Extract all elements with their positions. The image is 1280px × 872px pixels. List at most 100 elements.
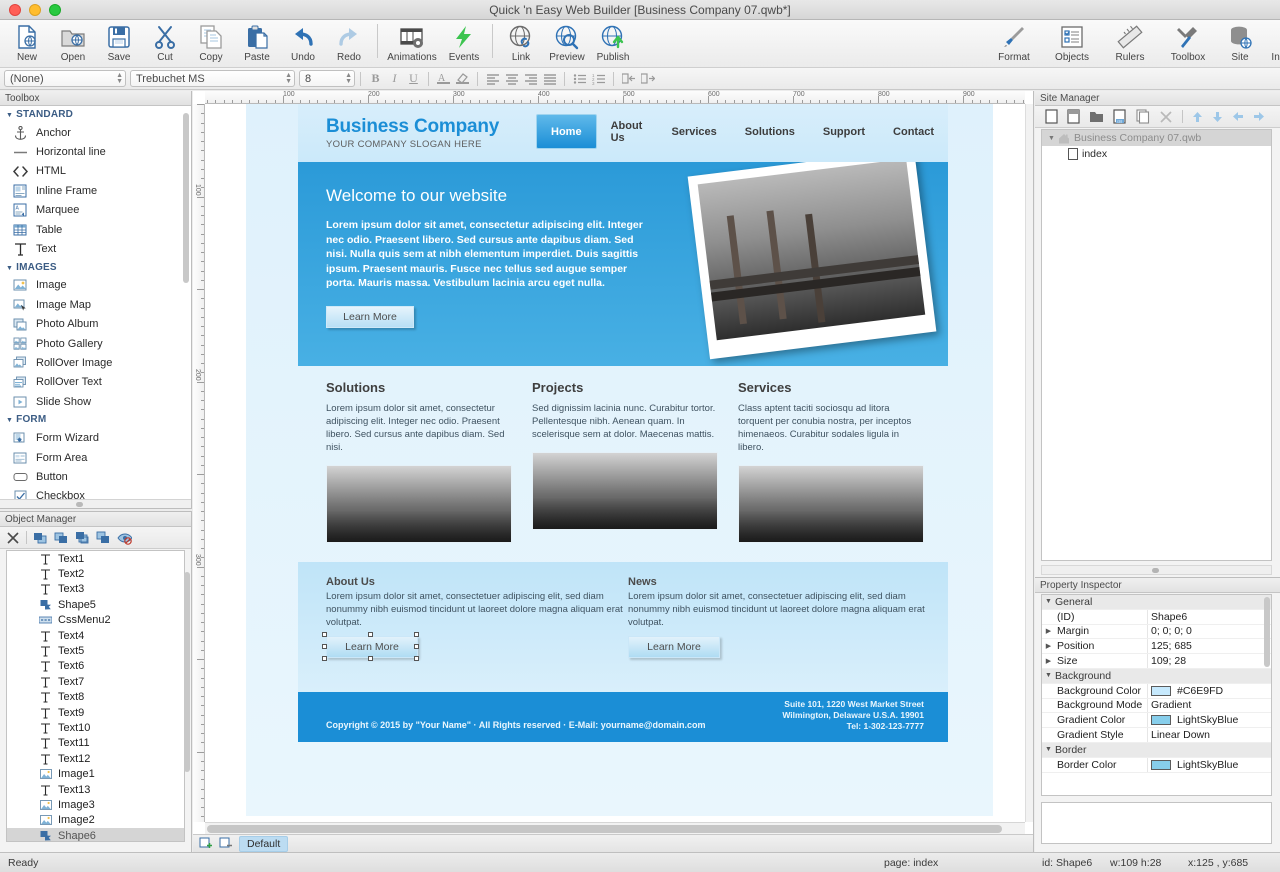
- toolbox-item-photo-gallery[interactable]: Photo Gallery: [0, 334, 191, 353]
- border-color-swatch[interactable]: [1151, 760, 1171, 770]
- caret-down-icon[interactable]: ▼: [1042, 598, 1055, 605]
- bring-forward-icon[interactable]: [33, 531, 48, 545]
- column-solutions[interactable]: Solutions Lorem ipsum dolor sit amet, co…: [326, 380, 512, 543]
- property-row-background-color[interactable]: Background Color #C6E9FD: [1042, 684, 1271, 699]
- vertical-ruler[interactable]: 100 200 300: [193, 104, 205, 822]
- property-row-position[interactable]: ▶ Position 125; 685: [1042, 639, 1271, 654]
- caret-right-icon[interactable]: ▶: [1042, 657, 1055, 665]
- paste-button[interactable]: Paste: [234, 20, 280, 68]
- toolbox-item-image[interactable]: Image: [0, 276, 191, 295]
- toolbox-item-table[interactable]: Table: [0, 220, 191, 239]
- events-button[interactable]: Events: [441, 20, 487, 68]
- redo-button[interactable]: Redo: [326, 20, 372, 68]
- move-up-icon[interactable]: [1192, 111, 1203, 123]
- new-page-icon[interactable]: [1045, 109, 1058, 124]
- object-row-text5[interactable]: Text5: [7, 643, 184, 658]
- property-row-id[interactable]: (ID) Shape6: [1042, 610, 1271, 625]
- cut-button[interactable]: Cut: [142, 20, 188, 68]
- toolbox-item-button[interactable]: Button: [0, 467, 191, 486]
- object-row-text8[interactable]: Text8: [7, 690, 184, 705]
- object-row-text2[interactable]: Text2: [7, 566, 184, 581]
- toolbox-item-anchor[interactable]: Anchor: [0, 123, 191, 142]
- nav-item-about-us[interactable]: About Us: [597, 114, 658, 149]
- new-button[interactable]: New: [4, 20, 50, 68]
- hero-learn-more-button[interactable]: Learn More: [326, 306, 414, 328]
- property-value[interactable]: Linear Down: [1147, 728, 1271, 742]
- nav-item-solutions[interactable]: Solutions: [731, 114, 809, 149]
- gradient-color-swatch[interactable]: [1151, 715, 1171, 725]
- property-group-general[interactable]: ▼ General: [1042, 595, 1271, 610]
- copy-button[interactable]: Copy: [188, 20, 234, 68]
- news-learn-more-button[interactable]: Learn More: [628, 636, 720, 658]
- page-tab-default[interactable]: Default: [239, 836, 288, 852]
- object-row-text10[interactable]: Text10: [7, 720, 184, 735]
- minimize-button[interactable]: [29, 4, 41, 16]
- window-controls[interactable]: [0, 4, 61, 16]
- align-left-icon[interactable]: [483, 70, 502, 88]
- toolbox-group-form[interactable]: ▼FORM: [0, 411, 191, 428]
- background-color-swatch[interactable]: [1151, 686, 1171, 696]
- objects-panel-button[interactable]: Objects: [1043, 20, 1101, 68]
- toolbox-item-photo-album[interactable]: Photo Album: [0, 315, 191, 334]
- hide-object-icon[interactable]: [117, 531, 132, 545]
- site-tree[interactable]: ▼ Business Company 07.qwb index: [1041, 129, 1272, 561]
- new-template-icon[interactable]: [1067, 109, 1080, 124]
- outdent-icon[interactable]: [619, 70, 638, 88]
- add-page-icon[interactable]: [199, 837, 213, 850]
- send-backward-icon[interactable]: [54, 531, 69, 545]
- property-row-gradient-color[interactable]: Gradient Color LightSkyBlue: [1042, 713, 1271, 728]
- object-row-text3[interactable]: Text3: [7, 582, 184, 597]
- about-learn-more-button[interactable]: Learn More: [326, 636, 418, 658]
- city-street-photo[interactable]: [326, 465, 512, 543]
- move-right-icon[interactable]: [1253, 111, 1265, 122]
- align-center-icon[interactable]: [502, 70, 521, 88]
- caret-down-icon[interactable]: ▼: [1042, 672, 1055, 679]
- publish-button[interactable]: Publish: [590, 20, 636, 68]
- caret-right-icon[interactable]: ▶: [1042, 642, 1055, 650]
- toolbox-item-marquee[interactable]: A Marquee: [0, 201, 191, 220]
- nav-item-contact[interactable]: Contact: [879, 114, 948, 149]
- canvas-vertical-scrollbar[interactable]: [1025, 104, 1033, 822]
- canvas-horizontal-scrollbar[interactable]: [205, 822, 1025, 834]
- object-row-image1[interactable]: Image1: [7, 766, 184, 781]
- property-row-margin[interactable]: ▶ Margin 0; 0; 0; 0: [1042, 625, 1271, 640]
- toolbox-item-slide-show[interactable]: Slide Show: [0, 392, 191, 411]
- object-row-text1[interactable]: Text1: [7, 551, 184, 566]
- font-color-icon[interactable]: A: [434, 70, 453, 88]
- caret-right-icon[interactable]: ▶: [1042, 627, 1055, 635]
- object-row-text11[interactable]: Text11: [7, 736, 184, 751]
- send-to-back-icon[interactable]: [96, 531, 111, 545]
- object-row-cssmenu2[interactable]: CssMenu2: [7, 613, 184, 628]
- animations-button[interactable]: Animations: [383, 20, 441, 68]
- toolbox-item-rollover-text[interactable]: RollOver Text: [0, 373, 191, 392]
- property-row-gradient-style[interactable]: Gradient Style Linear Down: [1042, 728, 1271, 743]
- property-row-size[interactable]: ▶ Size 109; 28: [1042, 654, 1271, 669]
- italic-button[interactable]: I: [385, 70, 404, 88]
- object-row-text4[interactable]: Text4: [7, 628, 184, 643]
- toolbox-item-checkbox[interactable]: Checkbox: [0, 487, 191, 499]
- toolbox-item-inline-frame[interactable]: Inline Frame: [0, 181, 191, 200]
- toolbox-list[interactable]: ▼STANDARD Anchor Horizontal line HTML In…: [0, 106, 191, 499]
- bold-button[interactable]: B: [366, 70, 385, 88]
- site-logo[interactable]: Business Company YOUR COMPANY SLOGAN HER…: [298, 116, 499, 150]
- toolbox-item-rollover-image[interactable]: RollOver Image: [0, 353, 191, 372]
- site-tree-root[interactable]: ▼ Business Company 07.qwb: [1042, 130, 1271, 146]
- property-value[interactable]: 125; 685: [1147, 639, 1271, 653]
- toolbox-scrollbar[interactable]: [183, 113, 189, 283]
- new-folder-icon[interactable]: [1089, 110, 1104, 123]
- toolbox-item-html[interactable]: HTML: [0, 162, 191, 181]
- toolbox-group-images[interactable]: ▼IMAGES: [0, 259, 191, 276]
- align-justify-icon[interactable]: [540, 70, 559, 88]
- property-row-background-mode[interactable]: Background Mode Gradient: [1042, 699, 1271, 714]
- move-left-icon[interactable]: [1232, 111, 1244, 122]
- column-services[interactable]: Services Class aptent taciti sociosqu ad…: [738, 380, 924, 543]
- nav-item-support[interactable]: Support: [809, 114, 879, 149]
- toolbox-hscrollbar[interactable]: [0, 499, 191, 508]
- object-row-text13[interactable]: Text13: [7, 782, 184, 797]
- nav-item-home[interactable]: Home: [536, 114, 597, 149]
- property-value[interactable]: 109; 28: [1147, 654, 1271, 668]
- object-row-image3[interactable]: Image3: [7, 797, 184, 812]
- toolbox-item-horizontal-line[interactable]: Horizontal line: [0, 142, 191, 161]
- style-select[interactable]: (None) ▲▼: [4, 70, 126, 87]
- preview-button[interactable]: Preview: [544, 20, 590, 68]
